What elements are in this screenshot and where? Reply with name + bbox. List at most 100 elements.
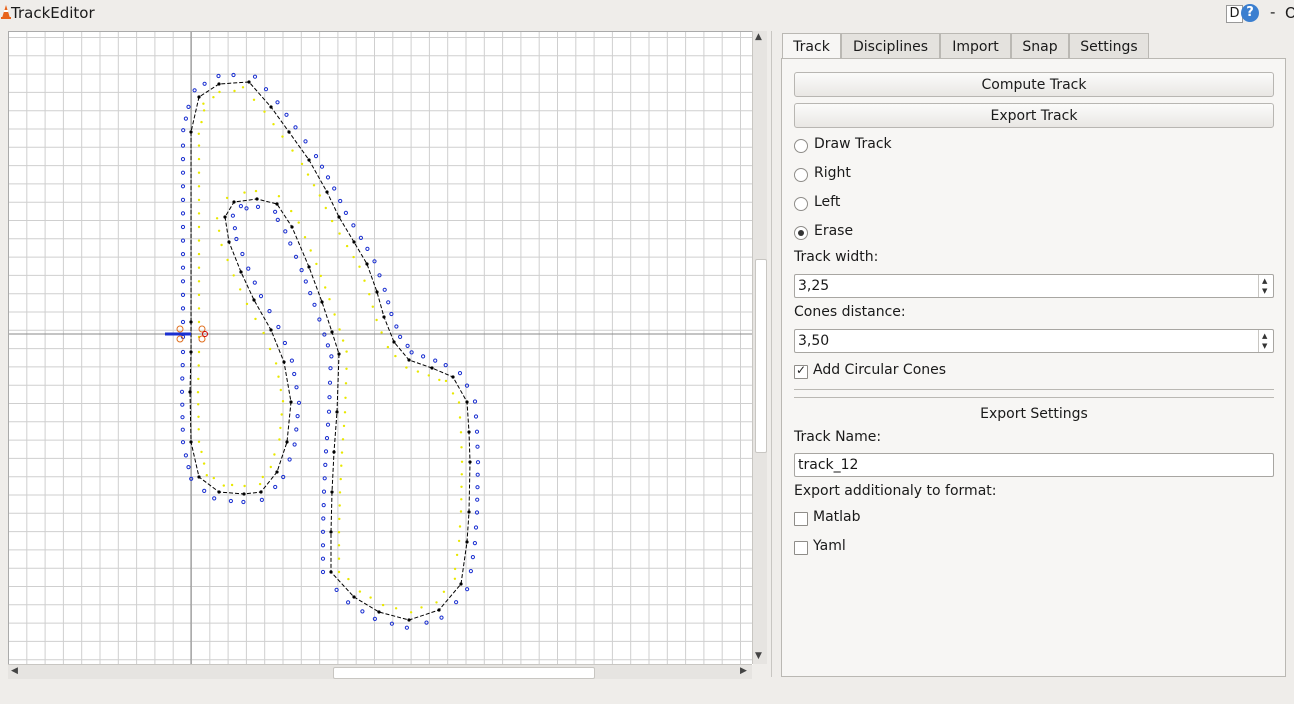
yellow-cone — [342, 424, 346, 428]
yellow-cone — [200, 120, 203, 124]
yellow-cone — [340, 451, 344, 454]
track-name-field[interactable] — [794, 453, 1274, 477]
track-node — [287, 130, 291, 134]
divider — [794, 397, 1274, 398]
track-width-value[interactable]: 3,25 — [798, 278, 829, 294]
radio-indicator[interactable] — [794, 168, 808, 182]
yellow-cone — [345, 244, 349, 248]
vertical-scroll-thumb[interactable] — [755, 259, 767, 453]
blue-cone — [294, 385, 299, 390]
blue-cone — [454, 600, 459, 605]
yellow-cone — [197, 132, 200, 135]
horizontal-scrollbar[interactable]: ◀ ▶ — [8, 664, 752, 679]
tab-disciplines[interactable]: Disciplines — [841, 33, 940, 58]
track-node — [459, 582, 463, 586]
track-node — [189, 440, 193, 444]
spin-buttons[interactable]: ▲ ▼ — [1258, 275, 1273, 297]
track-node — [382, 315, 386, 319]
scroll-right-arrow-icon[interactable]: ▶ — [740, 666, 747, 676]
yellow-cone — [451, 392, 455, 395]
radio-indicator[interactable] — [794, 197, 808, 211]
blue-cone — [183, 453, 188, 458]
yellow-cone — [340, 464, 343, 467]
spin-up-icon[interactable]: ▲ — [1262, 332, 1267, 340]
yellow-cone — [345, 367, 348, 370]
vertical-scrollbar[interactable]: ▲ ▼ — [752, 31, 767, 664]
track-tab-panel: Compute Track Export Track Draw Track Ri… — [781, 58, 1286, 677]
spin-up-icon[interactable]: ▲ — [1262, 277, 1267, 285]
tab-snap[interactable]: Snap — [1011, 33, 1069, 58]
blue-cone — [180, 319, 186, 325]
spin-buttons[interactable]: ▲ ▼ — [1258, 330, 1273, 352]
track-node — [217, 490, 221, 494]
yellow-cone — [394, 354, 397, 358]
yellow-cone — [457, 401, 461, 404]
yellow-cone — [196, 391, 200, 394]
track-drawing[interactable] — [9, 32, 753, 665]
scroll-down-arrow-icon[interactable]: ▼ — [755, 651, 762, 661]
track-node — [467, 430, 471, 434]
yellow-cone — [337, 531, 341, 534]
track-node — [377, 610, 381, 614]
horizontal-scroll-thumb[interactable] — [333, 667, 595, 679]
minimize-button[interactable]: - — [1270, 3, 1275, 21]
track-node — [290, 225, 294, 229]
yellow-cone — [358, 265, 361, 268]
cones-distance-spinbox[interactable]: 3,50 ▲ ▼ — [794, 329, 1274, 353]
cones-distance-label: Cones distance: — [794, 304, 906, 320]
yellow-cone — [202, 102, 205, 105]
blue-cone — [283, 229, 288, 234]
track-node — [465, 400, 469, 404]
blue-cone — [321, 516, 326, 521]
blue-cone — [294, 427, 299, 432]
blue-cone — [360, 609, 365, 614]
blue-cone — [282, 340, 287, 346]
close-button[interactable]: O — [1285, 4, 1294, 22]
blue-cone — [180, 279, 186, 284]
yellow-cone — [243, 484, 246, 488]
checkbox-label: Add Circular Cones — [813, 362, 947, 378]
track-width-spinbox[interactable]: 3,25 ▲ ▼ — [794, 274, 1274, 298]
blue-cone — [439, 615, 444, 620]
tab-track[interactable]: Track — [782, 33, 841, 60]
yellow-cone — [363, 279, 366, 282]
tab-import[interactable]: Import — [940, 33, 1011, 58]
yellow-cone — [338, 328, 341, 331]
cones-distance-value[interactable]: 3,50 — [798, 333, 829, 349]
track-name-input[interactable] — [798, 455, 1268, 475]
blue-cone — [246, 266, 251, 271]
blue-cone — [230, 213, 235, 218]
help-icon[interactable]: ? — [1241, 4, 1259, 22]
yellow-cone — [318, 194, 321, 197]
yellow-cone — [197, 364, 200, 367]
blue-cone — [475, 460, 481, 465]
yellow-cone — [458, 525, 462, 528]
radio-label: Draw Track — [814, 136, 892, 152]
panel-splitter[interactable] — [771, 31, 774, 677]
checkbox-indicator[interactable] — [794, 512, 808, 526]
track-node — [392, 340, 396, 344]
export-track-button[interactable]: Export Track — [794, 103, 1274, 128]
blue-cone — [180, 211, 186, 216]
yellow-cone — [272, 123, 275, 126]
scroll-up-arrow-icon[interactable]: ▲ — [755, 32, 762, 42]
track-node — [252, 298, 256, 302]
track-node — [232, 200, 236, 204]
scroll-left-arrow-icon[interactable]: ◀ — [11, 666, 18, 676]
radio-indicator[interactable] — [794, 139, 808, 153]
yellow-cone — [394, 607, 398, 610]
track-canvas[interactable] — [8, 31, 753, 665]
radio-indicator[interactable] — [794, 226, 808, 240]
blue-cone — [474, 510, 480, 515]
spin-down-icon[interactable]: ▼ — [1262, 287, 1267, 295]
tab-settings[interactable]: Settings — [1069, 33, 1149, 58]
yellow-cone — [338, 232, 341, 235]
track-node — [337, 215, 341, 219]
spin-down-icon[interactable]: ▼ — [1262, 342, 1267, 350]
checkbox-indicator[interactable] — [794, 541, 808, 555]
yellow-cone — [337, 557, 341, 560]
track-name-label: Track Name: — [794, 429, 882, 445]
compute-track-button[interactable]: Compute Track — [794, 72, 1274, 97]
yellow-cone — [197, 239, 201, 242]
checkbox-indicator[interactable] — [794, 363, 808, 379]
